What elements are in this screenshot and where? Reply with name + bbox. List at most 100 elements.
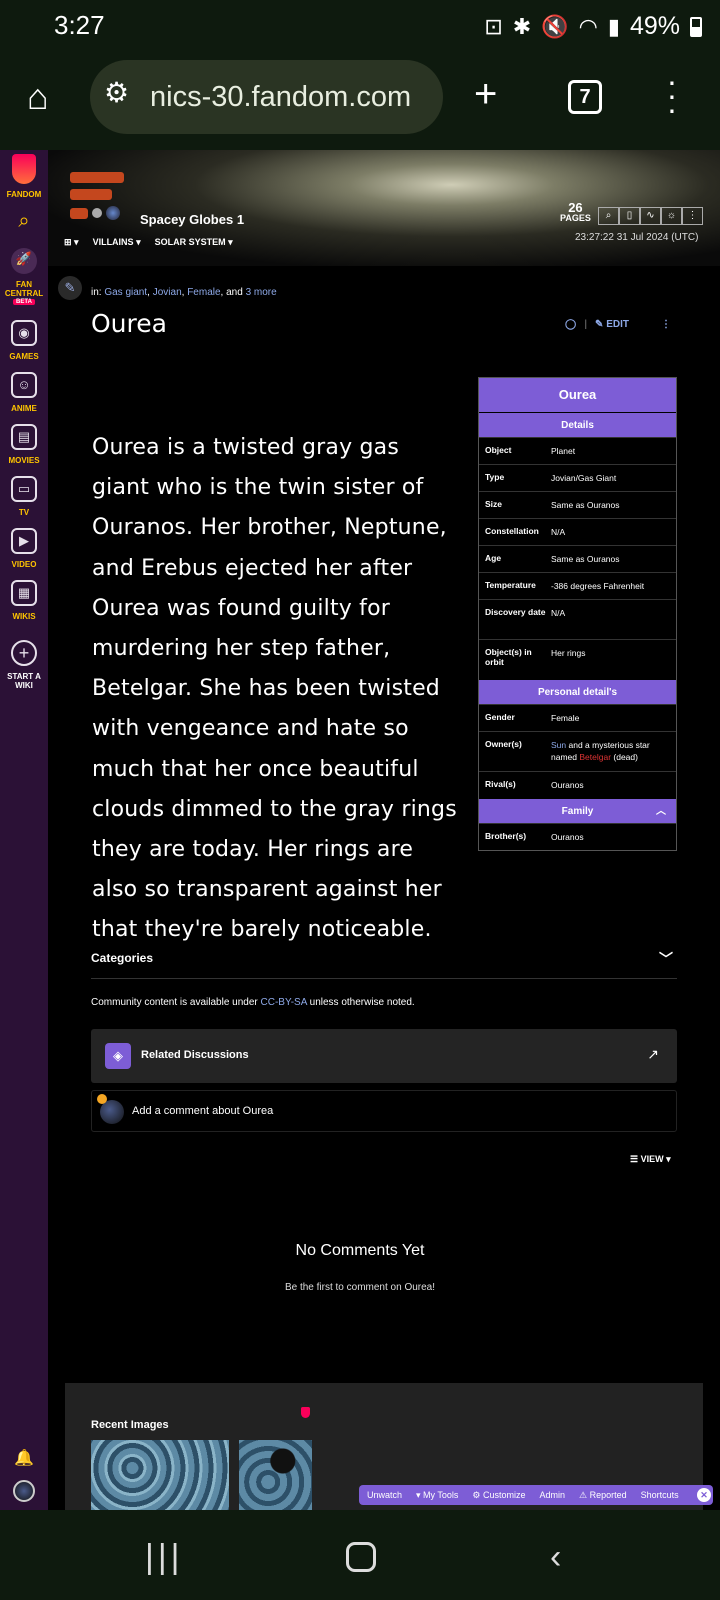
license-notice: Community content is available under CC-… bbox=[91, 997, 415, 1008]
more-categories-link[interactable]: 3 more bbox=[246, 287, 277, 298]
comment-icon[interactable]: ◯ bbox=[565, 319, 576, 330]
infobox-row: Constellation N/A bbox=[479, 518, 676, 545]
chevron-up-icon[interactable]: ︿ bbox=[656, 799, 666, 824]
tab-switcher-button[interactable]: 7 bbox=[568, 80, 602, 114]
close-icon[interactable]: ✕ bbox=[697, 1488, 711, 1502]
external-link-icon[interactable]: ↗ bbox=[647, 1046, 659, 1063]
more-icon[interactable]: ⋮ bbox=[682, 207, 703, 225]
rail-item-tv[interactable]: ▭ TV bbox=[0, 476, 48, 517]
comment-input[interactable]: Add a comment about Ourea bbox=[91, 1090, 677, 1132]
rail-label-tv: TV bbox=[18, 508, 30, 517]
new-tab-icon[interactable]: + bbox=[474, 72, 497, 117]
rocket-icon: 🚀 bbox=[11, 248, 37, 274]
infobox-row: Brother(s) Ouranos bbox=[479, 823, 676, 850]
my-tools-button[interactable]: ▾ My Tools bbox=[416, 1490, 458, 1501]
back-icon[interactable]: ‹ bbox=[550, 1538, 561, 1577]
rail-label-anime: ANIME bbox=[11, 404, 37, 413]
brother-link[interactable]: Ouranos bbox=[551, 831, 670, 843]
site-settings-icon[interactable]: ⚙ bbox=[104, 76, 129, 109]
more-menu-icon[interactable]: · · · bbox=[665, 65, 679, 125]
shortcuts-button[interactable]: Shortcuts bbox=[641, 1490, 679, 1500]
infobox-row: Rival(s) Ouranos bbox=[479, 771, 676, 798]
rail-item-anime[interactable]: ☺ ANIME bbox=[0, 372, 48, 413]
nav-solar-system[interactable]: SOLAR SYSTEM ▾ bbox=[155, 237, 233, 248]
system-nav-bar: ||| ‹ bbox=[0, 1510, 720, 1600]
wiki-name[interactable]: Spacey Globes 1 bbox=[140, 212, 244, 227]
status-bar: 3:27 ⊡ ✱ 🔇 ◠ ▮ 49% bbox=[0, 0, 720, 50]
infobox-row: Owner(s) Sun and a mysterious star named… bbox=[479, 731, 676, 771]
fandom-logo-icon bbox=[301, 1407, 310, 1418]
admin-button[interactable]: Admin bbox=[540, 1490, 566, 1500]
infobox-row: Discovery date N/A bbox=[479, 599, 676, 639]
fandom-global-nav: FANDOM ⌕ 🚀 FAN CENTRAL BETA ◉ GAMES ☺ AN… bbox=[0, 150, 48, 1510]
rail-label-movies: MOVIES bbox=[8, 456, 40, 465]
play-icon: ▶ bbox=[11, 528, 37, 554]
rail-item-movies[interactable]: ▤ MOVIES bbox=[0, 424, 48, 465]
search-icon[interactable]: ⌕ bbox=[598, 207, 619, 225]
fandom-logo-icon bbox=[12, 154, 36, 184]
in-label: in: bbox=[91, 287, 102, 298]
categories-toggle[interactable]: Categories ﹀ bbox=[91, 951, 677, 979]
infobox-row: Object(s) in orbit Her rings bbox=[479, 639, 676, 679]
recent-image-thumb[interactable] bbox=[239, 1440, 312, 1510]
owner-link-sun[interactable]: Sun bbox=[551, 740, 566, 750]
unwatch-button[interactable]: Unwatch bbox=[367, 1490, 402, 1500]
license-link[interactable]: CC-BY-SA bbox=[261, 997, 307, 1008]
view-filter-button[interactable]: ☰ VIEW ▾ bbox=[630, 1154, 671, 1165]
category-link[interactable]: Jovian bbox=[153, 287, 182, 298]
customize-button[interactable]: ⚙ Customize bbox=[472, 1490, 525, 1501]
pages-counter: 26 PAGES bbox=[560, 200, 591, 224]
discussions-icon[interactable]: ▯ bbox=[619, 207, 640, 225]
page-more-icon[interactable]: ⋮ bbox=[661, 319, 671, 330]
battery-icon bbox=[690, 16, 702, 37]
home-button-icon[interactable] bbox=[346, 1542, 376, 1572]
category-link[interactable]: Female bbox=[187, 287, 220, 298]
home-icon[interactable]: ⌂ bbox=[27, 76, 49, 118]
search-icon: ⌕ bbox=[18, 210, 30, 232]
rail-label-start-wiki: START A WIKI bbox=[7, 672, 41, 690]
pages-count-value: 26 bbox=[568, 200, 583, 215]
comment-placeholder: Add a comment about Ourea bbox=[132, 1105, 274, 1117]
user-avatar-button[interactable] bbox=[0, 1480, 48, 1502]
rail-label-fan-central: FAN CENTRAL bbox=[4, 280, 44, 298]
rail-item-start-wiki[interactable]: + START A WIKI bbox=[0, 640, 48, 690]
wiki-logo[interactable] bbox=[70, 172, 126, 228]
browser-toolbar: ⌂ ⚙ nics-30.fandom.com + 7 · · · bbox=[0, 50, 720, 150]
rail-item-games[interactable]: ◉ GAMES bbox=[0, 320, 48, 361]
edit-categories-pencil-icon[interactable]: ✎ bbox=[58, 276, 82, 300]
theme-icon[interactable]: ☼ bbox=[661, 207, 682, 225]
no-comments-title: No Comments Yet bbox=[295, 1242, 425, 1259]
infobox-section-personal: Personal detail's bbox=[479, 679, 676, 704]
infobox-row: Object Planet bbox=[479, 437, 676, 464]
owner-link-betelgar[interactable]: Betelgar bbox=[579, 752, 611, 762]
rail-search-button[interactable]: ⌕ bbox=[0, 210, 48, 233]
chevron-down-icon: ﹀ bbox=[659, 951, 673, 967]
rail-item-wikis[interactable]: ▦ WIKIS bbox=[0, 580, 48, 621]
rail-item-fan-central[interactable]: 🚀 FAN CENTRAL BETA bbox=[0, 248, 48, 305]
activity-icon[interactable]: ∿ bbox=[640, 207, 661, 225]
category-link[interactable]: Gas giant bbox=[104, 287, 147, 298]
edit-button[interactable]: ✎ EDIT bbox=[595, 319, 629, 330]
beta-badge: BETA bbox=[13, 299, 35, 305]
notifications-button[interactable]: 🔔 bbox=[0, 1448, 48, 1468]
infobox-section-family[interactable]: Family ︿ bbox=[479, 798, 676, 823]
infobox-row: Size Same as Ouranos bbox=[479, 491, 676, 518]
rival-link[interactable]: Ouranos bbox=[551, 779, 670, 791]
anime-icon: ☺ bbox=[11, 372, 37, 398]
recent-image-thumb[interactable] bbox=[91, 1440, 229, 1510]
rail-label-video: VIDEO bbox=[11, 560, 37, 569]
bluetooth-icon: ✱ bbox=[512, 13, 532, 39]
battery-percent: 49% bbox=[629, 12, 680, 40]
address-bar[interactable]: ⚙ nics-30.fandom.com bbox=[90, 60, 443, 134]
recent-apps-icon[interactable]: ||| bbox=[145, 1538, 184, 1577]
nav-explore[interactable]: ⊞ ▾ bbox=[64, 237, 79, 248]
rail-label-games: GAMES bbox=[9, 352, 39, 361]
related-discussions[interactable]: ◈ Related Discussions ↗ bbox=[91, 1029, 677, 1083]
fandom-home-link[interactable]: FANDOM bbox=[0, 154, 48, 199]
infobox-row: Age Same as Ouranos bbox=[479, 545, 676, 572]
reported-button[interactable]: ⚠ Reported bbox=[579, 1490, 627, 1501]
rail-item-video[interactable]: ▶ VIDEO bbox=[0, 528, 48, 569]
nav-villains[interactable]: VILLAINS ▾ bbox=[93, 237, 141, 248]
category-breadcrumb: in: Gas giant, Jovian, Female, and 3 mor… bbox=[91, 287, 277, 298]
bell-icon: 🔔 bbox=[14, 1450, 34, 1467]
